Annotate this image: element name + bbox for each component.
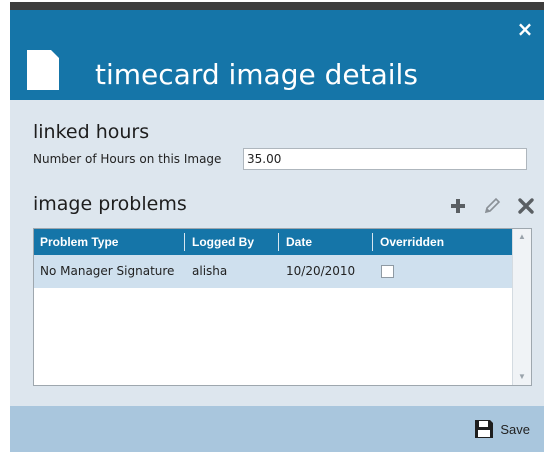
window-top-border	[10, 2, 544, 10]
image-problems-title: image problems	[33, 193, 187, 215]
save-label: Save	[500, 421, 530, 437]
edit-icon[interactable]	[482, 196, 502, 216]
save-button[interactable]: Save	[474, 418, 530, 440]
delete-icon[interactable]	[516, 196, 536, 216]
floppy-disk-icon	[475, 420, 494, 438]
hours-input[interactable]	[243, 148, 527, 170]
column-divider	[278, 233, 279, 251]
close-button[interactable]: ×	[514, 18, 536, 40]
dialog-footer: Save	[10, 406, 544, 452]
table-header: Problem Type Logged By Date Overridden	[34, 229, 512, 255]
scroll-down-arrow-icon[interactable]: ▼	[517, 372, 527, 382]
table-row[interactable]: No Manager Signature alisha 10/20/2010	[34, 255, 512, 288]
column-header-problem-type[interactable]: Problem Type	[34, 229, 184, 255]
column-header-logged-by[interactable]: Logged By	[186, 229, 278, 255]
timecard-image-details-dialog: × timecard image details linked hours Nu…	[10, 2, 544, 452]
overridden-checkbox[interactable]	[381, 265, 394, 278]
scroll-up-arrow-icon[interactable]: ▲	[517, 232, 527, 242]
close-icon: ×	[516, 17, 534, 41]
document-icon	[27, 50, 59, 90]
image-problems-table: Problem Type Logged By Date Overridden N…	[33, 228, 532, 386]
add-icon[interactable]	[448, 196, 468, 216]
cell-logged-by: alisha	[192, 264, 228, 278]
column-header-date[interactable]: Date	[280, 229, 372, 255]
column-header-overridden[interactable]: Overridden	[374, 229, 504, 255]
column-divider	[184, 233, 185, 251]
table-scrollbar[interactable]: ▲ ▼	[512, 229, 531, 385]
column-divider	[372, 233, 373, 251]
cell-problem-type: No Manager Signature	[40, 264, 175, 278]
cell-date: 10/20/2010	[286, 264, 356, 278]
problems-toolbar	[448, 195, 536, 217]
linked-hours-title: linked hours	[33, 121, 150, 143]
hours-field-label: Number of Hours on this Image	[33, 152, 222, 166]
dialog-title: timecard image details	[95, 58, 418, 91]
dialog-header: × timecard image details	[10, 10, 544, 100]
